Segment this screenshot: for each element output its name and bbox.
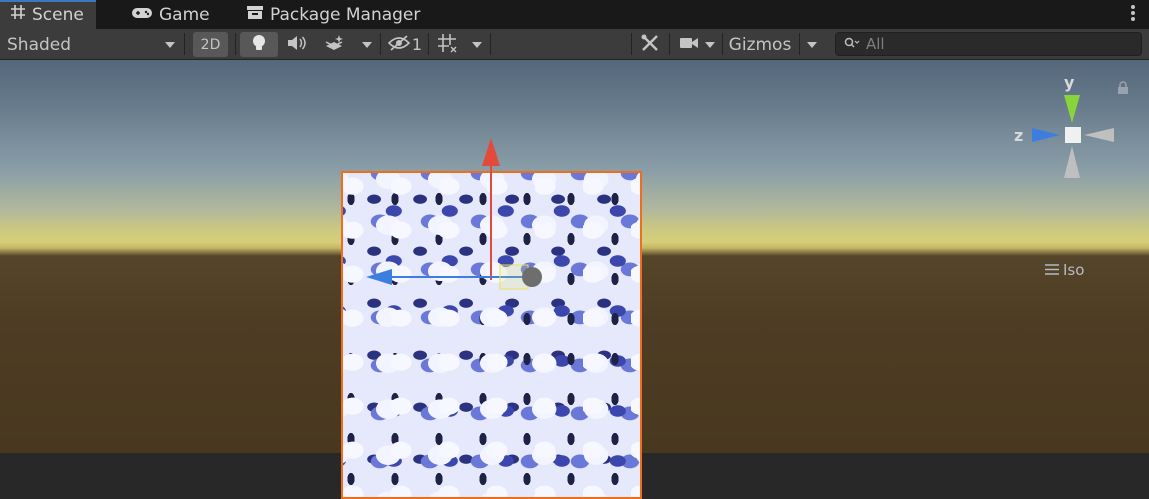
grid-toggle[interactable] <box>432 32 462 57</box>
shading-mode-value: Shaded <box>7 34 72 55</box>
gizmos-label: Gizmos <box>728 34 792 55</box>
more-options-icon[interactable] <box>1131 5 1135 23</box>
camera-icon <box>679 35 699 54</box>
z-axis-label: z <box>1014 126 1024 145</box>
search-input[interactable]: All <box>835 32 1142 56</box>
tools-icon <box>640 33 660 57</box>
tab-package-manager[interactable]: Package Manager <box>246 2 420 29</box>
grid-dropdown[interactable] <box>466 32 488 57</box>
lightbulb-icon <box>252 34 266 56</box>
tools-toggle[interactable] <box>636 32 664 57</box>
menu-icon <box>1045 261 1059 279</box>
lighting-toggle[interactable] <box>240 32 278 57</box>
effects-dropdown[interactable] <box>356 32 378 57</box>
scene-viewport[interactable]: y z Iso <box>0 60 1149 499</box>
tab-label: Game <box>159 5 210 25</box>
axis-cones-icon[interactable] <box>1028 90 1122 182</box>
layers-sparkle-icon <box>324 34 346 56</box>
search-placeholder: All <box>866 35 885 53</box>
tab-scene[interactable]: Scene <box>0 0 96 29</box>
z-cone-icon <box>1032 128 1060 142</box>
tab-label: Package Manager <box>270 5 421 25</box>
camera-settings-dropdown[interactable] <box>674 32 720 57</box>
z-axis-arrowhead <box>366 269 392 285</box>
gizmos-toggle[interactable]: Gizmos <box>724 32 796 57</box>
y-axis-cap <box>522 267 542 287</box>
hidden-count: 1 <box>411 35 423 54</box>
audio-toggle[interactable] <box>282 32 312 57</box>
package-icon <box>246 2 264 29</box>
lock-icon[interactable] <box>1117 80 1129 99</box>
speaker-icon <box>287 35 307 55</box>
chevron-down-icon <box>472 41 482 48</box>
y-cone-icon <box>1064 95 1080 123</box>
tab-game[interactable]: Game <box>131 2 210 29</box>
2d-mode-toggle[interactable]: 2D <box>193 32 228 57</box>
chevron-down-icon <box>362 41 372 48</box>
grid-snap-icon <box>437 33 457 57</box>
center-cube-icon <box>1065 127 1081 143</box>
search-icon <box>844 35 860 53</box>
tab-label: Scene <box>32 5 84 25</box>
neg-y-cone-icon <box>1064 146 1080 178</box>
move-tool-gizmo[interactable] <box>360 135 560 295</box>
shading-mode-dropdown[interactable]: Shaded <box>0 32 183 57</box>
2d-mode-label: 2D <box>200 36 221 53</box>
effects-toggle[interactable] <box>318 32 352 57</box>
gizmos-dropdown[interactable] <box>802 32 822 57</box>
gamepad-icon <box>131 2 153 29</box>
chevron-down-icon <box>807 41 817 48</box>
chevron-down-icon <box>165 41 175 48</box>
projection-label: Iso <box>1063 261 1085 279</box>
hidden-objects-toggle[interactable]: 1 <box>385 32 425 57</box>
x-axis-arrowhead <box>482 138 500 166</box>
grid-icon <box>10 2 26 29</box>
window-tab-bar: Scene Game Package Manager <box>0 0 1149 29</box>
scene-toolbar: Shaded 2D 1 Gizmos All <box>0 29 1149 60</box>
chevron-down-icon <box>705 41 715 48</box>
eye-slash-icon <box>387 34 411 55</box>
neg-x-cone-icon <box>1084 128 1114 142</box>
projection-toggle[interactable]: Iso <box>1045 261 1084 279</box>
